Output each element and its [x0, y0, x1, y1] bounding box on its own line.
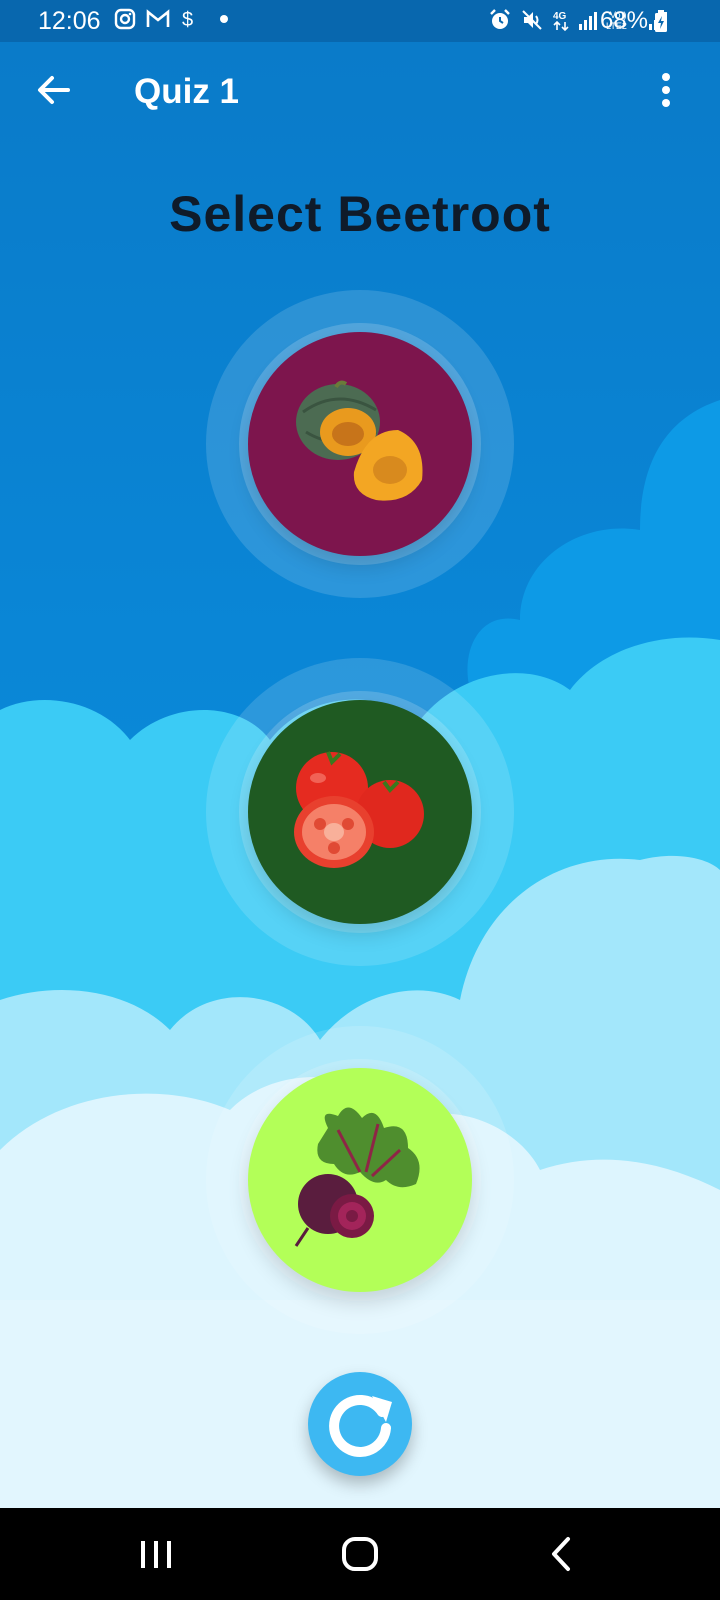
- svg-text:$: $: [182, 9, 193, 30]
- arrow-left-icon: [38, 76, 70, 104]
- option-circle: [248, 700, 472, 924]
- reload-button[interactable]: [308, 1372, 412, 1476]
- option-beetroot[interactable]: [206, 1026, 514, 1334]
- option-tomato[interactable]: [206, 658, 514, 966]
- beetroot-image: [294, 1107, 420, 1247]
- dollar-icon: $: [182, 9, 193, 30]
- recents-button[interactable]: [126, 1526, 186, 1582]
- overflow-menu-button[interactable]: [642, 66, 690, 114]
- tomato-image: [294, 751, 424, 868]
- refresh-icon: [329, 1395, 392, 1457]
- option-pumpkin[interactable]: [206, 290, 514, 598]
- more-vert-icon: [662, 73, 670, 107]
- battery-charging-icon: [655, 10, 667, 32]
- home-button[interactable]: [330, 1526, 390, 1582]
- pumpkin-image: [296, 380, 423, 501]
- app-bar: Quiz 1: [0, 42, 720, 138]
- gmail-icon: [146, 9, 170, 27]
- option-circle: [248, 1068, 472, 1292]
- alarm-icon: [490, 9, 510, 29]
- recents-icon: [141, 1541, 171, 1568]
- dot-icon: [220, 15, 228, 23]
- quiz-prompt: Select Beetroot: [169, 186, 551, 242]
- back-button[interactable]: [30, 66, 78, 114]
- back-nav-button[interactable]: [530, 1526, 590, 1582]
- home-icon: [342, 1537, 378, 1571]
- chevron-left-icon: [552, 1537, 570, 1571]
- quiz-screen: 12:06 $ 4G Vo)) LTE2 68% Quiz 1 Select Be…: [0, 0, 720, 1600]
- signal-icon: [579, 12, 597, 30]
- battery-percent: 68%: [599, 7, 648, 34]
- status-time: 12:06: [38, 7, 101, 35]
- system-nav-bar: [0, 1508, 720, 1600]
- page-title: Quiz 1: [134, 72, 240, 111]
- option-circle: [248, 332, 472, 556]
- instagram-icon: [114, 8, 136, 30]
- 4g-icon: 4G: [553, 11, 569, 32]
- status-bar: 12:06 $ 4G Vo)) LTE2 68%: [0, 0, 720, 42]
- svg-text:4G: 4G: [553, 11, 567, 22]
- mute-icon: [522, 10, 542, 30]
